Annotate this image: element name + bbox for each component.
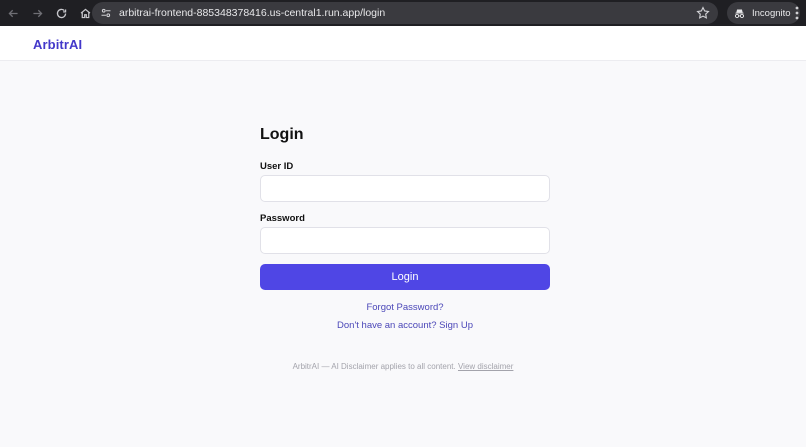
brand-logo[interactable]: ArbitrAI: [33, 37, 82, 52]
footer-disclaimer: ArbitrAI — AI Disclaimer applies to all …: [0, 362, 806, 371]
bookmark-star-icon[interactable]: [696, 6, 710, 20]
reload-icon[interactable]: [50, 2, 72, 24]
disclaimer-text: ArbitrAI — AI Disclaimer applies to all …: [292, 362, 456, 371]
password-input[interactable]: [260, 227, 550, 254]
incognito-indicator[interactable]: Incognito: [727, 2, 800, 24]
browser-toolbar: arbitrai-frontend-885348378416.us-centra…: [0, 0, 806, 26]
more-menu-icon[interactable]: [790, 4, 804, 22]
url-text: arbitrai-frontend-885348378416.us-centra…: [119, 7, 386, 19]
login-form: Login User ID Password Login Forgot Pass…: [260, 124, 550, 331]
address-bar[interactable]: arbitrai-frontend-885348378416.us-centra…: [92, 2, 718, 24]
forward-icon[interactable]: [26, 2, 48, 24]
login-button[interactable]: Login: [260, 264, 550, 290]
user-id-label: User ID: [260, 161, 294, 172]
back-icon[interactable]: [2, 2, 24, 24]
sign-up-link[interactable]: Don't have an account? Sign Up: [260, 320, 550, 331]
page-title: Login: [260, 126, 304, 143]
forgot-password-link[interactable]: Forgot Password?: [260, 302, 550, 313]
incognito-icon: [734, 8, 745, 18]
site-info-icon[interactable]: [95, 2, 117, 24]
incognito-label: Incognito: [752, 7, 791, 19]
view-disclaimer-link[interactable]: View disclaimer: [458, 362, 513, 371]
password-label: Password: [260, 213, 305, 224]
user-id-input[interactable]: [260, 175, 550, 202]
app-header: ArbitrAI: [0, 26, 806, 61]
